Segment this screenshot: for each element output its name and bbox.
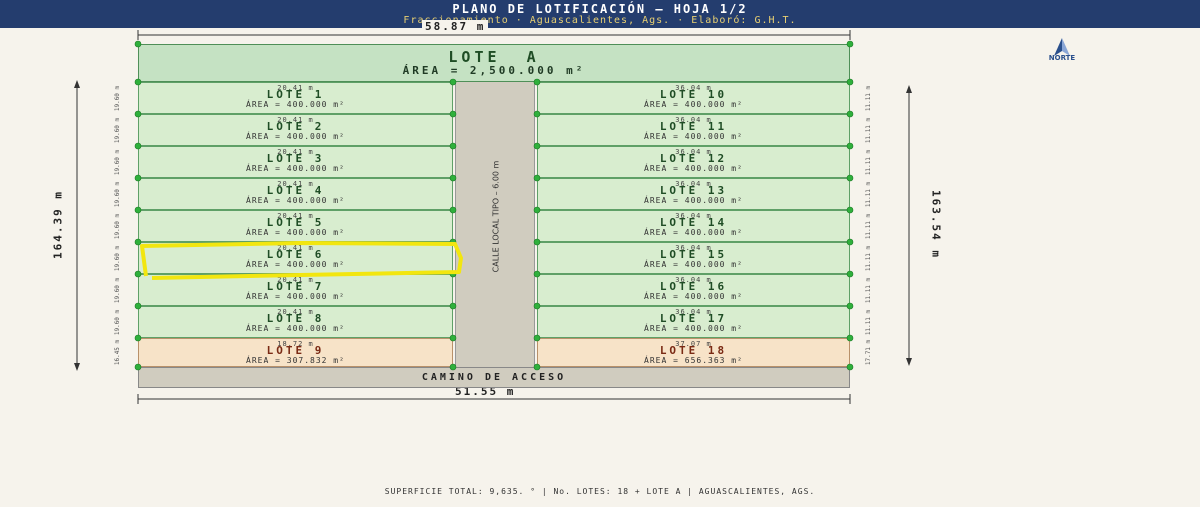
highlight-marker: [140, 241, 463, 280]
footer-summary: SUPERFICIE TOTAL: 9,635. ° | No. LOTES: …: [384, 487, 816, 496]
